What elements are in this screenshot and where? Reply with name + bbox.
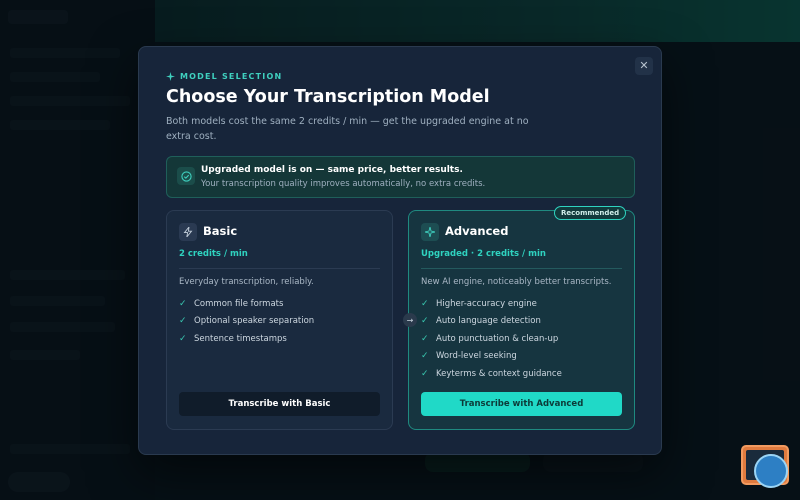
advanced-model-card[interactable]: Advanced Upgraded · 2 credits / min New … [408, 210, 635, 430]
check-icon: ✓ [421, 333, 429, 344]
sparkle-icon [166, 72, 175, 81]
card-price: 2 credits / min [179, 249, 248, 259]
close-icon: ✕ [639, 59, 649, 72]
card-price: Upgraded · 2 credits / min [421, 249, 546, 259]
transcribe-advanced-button[interactable]: Transcribe with Advanced [421, 392, 622, 416]
feature-list: ✓ Common file formats ✓ Optional speaker s… [179, 295, 314, 348]
list-item: ✓ Common file formats [179, 298, 284, 309]
card-description: Everyday transcription, reliably. [179, 277, 314, 287]
check-circle-icon [177, 167, 195, 185]
upgrade-banner: Upgraded model is on — same price, bette… [166, 156, 635, 198]
list-item: ✓ Word-level seeking [421, 351, 517, 362]
check-icon: ✓ [179, 316, 187, 327]
sparkle-icon [421, 223, 439, 241]
bolt-icon [179, 223, 197, 241]
eyebrow-label: MODEL SELECTION [180, 72, 283, 81]
modal-eyebrow: MODEL SELECTION [166, 72, 282, 81]
check-icon: ✓ [421, 316, 429, 327]
chat-icon[interactable] [754, 454, 788, 488]
card-divider [421, 268, 622, 269]
list-item: ✓ Sentence timestamps [179, 333, 287, 344]
transcribe-basic-button[interactable]: Transcribe with Basic [179, 392, 380, 416]
basic-model-card[interactable]: Basic 2 credits / min Everyday transcrip… [166, 210, 393, 430]
recommended-badge: Recommended [554, 206, 627, 220]
banner-subtitle: Your transcription quality improves auto… [201, 179, 486, 189]
card-description: New AI engine, noticeably better transcr… [421, 277, 612, 287]
list-item: ✓ Auto punctuation & clean-up [421, 333, 559, 344]
check-icon: ✓ [179, 333, 187, 344]
close-button[interactable]: ✕ [635, 57, 653, 75]
check-icon: ✓ [421, 368, 429, 379]
list-item: ✓ Keyterms & context guidance [421, 368, 562, 379]
card-name: Advanced [445, 224, 509, 238]
modal-subtitle: Both models cost the same 2 credits / mi… [166, 116, 529, 142]
feature-list: ✓ Higher-accuracy engine ✓ Auto language d… [421, 295, 562, 383]
banner-title: Upgraded model is on — same price, bette… [201, 165, 463, 175]
card-name: Basic [203, 224, 238, 238]
model-selection-modal: ✕ MODEL SELECTION Choose Your Transcript… [138, 46, 662, 455]
card-divider [179, 268, 380, 269]
list-item: ✓ Auto language detection [421, 316, 541, 327]
check-icon: ✓ [421, 351, 429, 362]
arrow-right-icon: → [403, 313, 417, 327]
modal-title: Choose Your Transcription Model [166, 87, 490, 107]
list-item: ✓ Higher-accuracy engine [421, 298, 537, 309]
check-icon: ✓ [421, 298, 429, 309]
check-icon: ✓ [179, 298, 187, 309]
list-item: ✓ Optional speaker separation [179, 316, 315, 327]
